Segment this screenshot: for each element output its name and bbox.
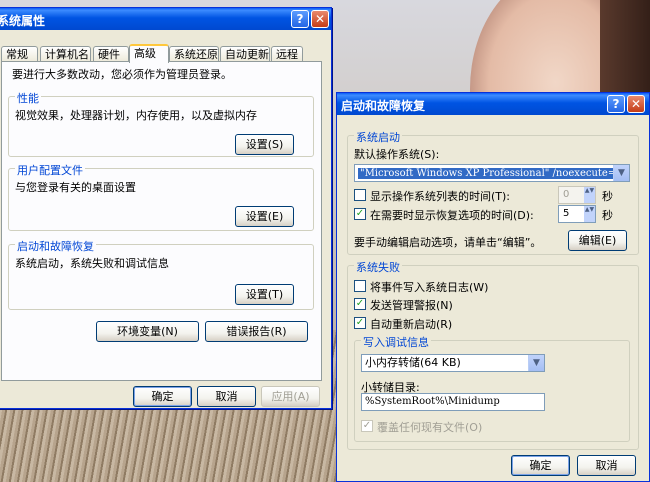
auto-restart-checkbox[interactable]: ✓ xyxy=(354,317,366,329)
help-icon[interactable]: ? xyxy=(607,95,625,113)
performance-title: 性能 xyxy=(15,90,41,106)
help-icon[interactable]: ? xyxy=(291,10,309,28)
window-title: 系统属性 xyxy=(0,14,46,28)
cancel-button[interactable]: 取消 xyxy=(197,386,256,407)
startup-recovery-settings-button[interactable]: 设置(T) xyxy=(235,284,294,305)
error-reporting-button[interactable]: 错误报告(R) xyxy=(205,321,308,342)
tab-remote[interactable]: 远程 xyxy=(271,46,303,62)
check-icon: ✓ xyxy=(355,298,365,309)
startup-recovery-title: 启动和故障恢复 xyxy=(15,238,96,254)
system-failure-group: 系统失败 将事件写入系统日志(W) ✓ 发送管理警报(N) ✓ 自动重新启动(R… xyxy=(347,259,639,450)
environment-variables-button[interactable]: 环境变量(N) xyxy=(96,321,199,342)
performance-desc: 视觉效果，处理器计划，内存使用，以及虚拟内存 xyxy=(15,109,257,122)
admin-note: 要进行大多数改动，您必须作为管理员登录。 xyxy=(12,68,232,81)
tab-computer-name[interactable]: 计算机名 xyxy=(40,46,91,62)
show-recovery-checkbox[interactable]: ✓ xyxy=(354,208,366,220)
tab-advanced[interactable]: 高级 xyxy=(129,44,169,63)
show-recovery-value: 5 xyxy=(563,208,570,219)
tab-hardware[interactable]: 硬件 xyxy=(93,46,129,62)
show-os-list-time[interactable]: 0 ▲▼ xyxy=(558,186,596,204)
startup-recovery-titlebar[interactable]: 启动和故障恢复 ? ✕ xyxy=(337,93,649,115)
auto-restart-label: 自动重新启动(R) xyxy=(370,318,453,331)
check-icon: ✓ xyxy=(355,208,365,219)
check-icon: ✓ xyxy=(362,420,372,431)
user-profiles-desc: 与您登录有关的桌面设置 xyxy=(15,181,136,194)
cancel-button[interactable]: 取消 xyxy=(577,455,636,476)
debug-info-title: 写入调试信息 xyxy=(361,334,431,350)
system-startup-title: 系统启动 xyxy=(354,129,402,145)
tab-automatic-updates[interactable]: 自动更新 xyxy=(220,46,270,62)
seconds-label: 秒 xyxy=(602,190,613,203)
window-title: 启动和故障恢复 xyxy=(341,99,426,113)
ok-button[interactable]: 确定 xyxy=(511,455,570,476)
performance-settings-button[interactable]: 设置(S) xyxy=(235,134,294,155)
show-recovery-label: 在需要时显示恢复选项的时间(D): xyxy=(370,209,534,222)
tab-general[interactable]: 常规 xyxy=(1,46,38,62)
show-os-list-label: 显示操作系统列表的时间(T): xyxy=(370,190,511,203)
system-failure-title: 系统失败 xyxy=(354,259,402,275)
default-os-select[interactable]: "Microsoft Windows XP Professional" /noe… xyxy=(354,164,630,182)
dump-type-value: 小内存转储(64 KB) xyxy=(365,356,461,369)
apply-button[interactable]: 应用(A) xyxy=(261,386,320,407)
default-os-value: "Microsoft Windows XP Professional" /noe… xyxy=(358,168,629,179)
user-profiles-group: 用户配置文件 与您登录有关的桌面设置 设置(E) xyxy=(8,162,314,231)
default-os-label: 默认操作系统(S): xyxy=(354,148,440,161)
startup-recovery-desc: 系统启动，系统失败和调试信息 xyxy=(15,257,169,270)
show-recovery-time[interactable]: 5 ▲▼ xyxy=(558,205,596,223)
spin-icon[interactable]: ▲▼ xyxy=(584,187,595,203)
close-icon[interactable]: ✕ xyxy=(311,10,329,28)
debug-info-group: 写入调试信息 小内存转储(64 KB) ▼ 小转储目录: %SystemRoot… xyxy=(354,334,630,442)
write-event-log-label: 将事件写入系统日志(W) xyxy=(370,281,489,294)
edit-button[interactable]: 编辑(E) xyxy=(568,230,627,251)
overwrite-checkbox[interactable]: ✓ xyxy=(361,420,373,432)
dropdown-icon[interactable]: ▼ xyxy=(528,355,544,371)
edit-hint: 要手动编辑启动选项，请单击“编辑”。 xyxy=(354,236,542,249)
user-profiles-title: 用户配置文件 xyxy=(15,162,85,178)
advanced-tab-panel: 要进行大多数改动，您必须作为管理员登录。 性能 视觉效果，处理器计划，内存使用，… xyxy=(1,61,322,381)
write-event-log-checkbox[interactable] xyxy=(354,280,366,292)
seconds-label: 秒 xyxy=(602,209,613,222)
send-alert-checkbox[interactable]: ✓ xyxy=(354,298,366,310)
system-startup-group: 系统启动 默认操作系统(S): "Microsoft Windows XP Pr… xyxy=(347,129,639,255)
system-properties-titlebar[interactable]: 系统属性 ? ✕ xyxy=(0,8,331,30)
performance-group: 性能 视觉效果，处理器计划，内存使用，以及虚拟内存 设置(S) xyxy=(8,90,314,157)
startup-recovery-group: 启动和故障恢复 系统启动，系统失败和调试信息 设置(T) xyxy=(8,238,314,310)
spin-icon[interactable]: ▲▼ xyxy=(584,206,595,222)
send-alert-label: 发送管理警报(N) xyxy=(370,299,453,312)
startup-recovery-window: 启动和故障恢复 ? ✕ 系统启动 默认操作系统(S): "Microsoft W… xyxy=(336,92,650,482)
dump-dir-input[interactable]: %SystemRoot%\Minidump xyxy=(361,393,545,411)
overwrite-label: 覆盖任何现有文件(O) xyxy=(377,421,483,434)
user-profiles-settings-button[interactable]: 设置(E) xyxy=(235,206,294,227)
system-properties-window: 系统属性 ? ✕ 常规 计算机名 硬件 高级 系统还原 自动更新 远程 要进行大… xyxy=(0,7,332,409)
ok-button[interactable]: 确定 xyxy=(133,386,192,407)
tab-system-restore[interactable]: 系统还原 xyxy=(169,46,219,62)
dropdown-icon[interactable]: ▼ xyxy=(613,165,629,181)
dump-type-select[interactable]: 小内存转储(64 KB) ▼ xyxy=(361,354,545,372)
check-icon: ✓ xyxy=(355,317,365,328)
show-os-list-value: 0 xyxy=(563,189,570,200)
show-os-list-checkbox[interactable] xyxy=(354,189,366,201)
close-icon[interactable]: ✕ xyxy=(627,95,645,113)
